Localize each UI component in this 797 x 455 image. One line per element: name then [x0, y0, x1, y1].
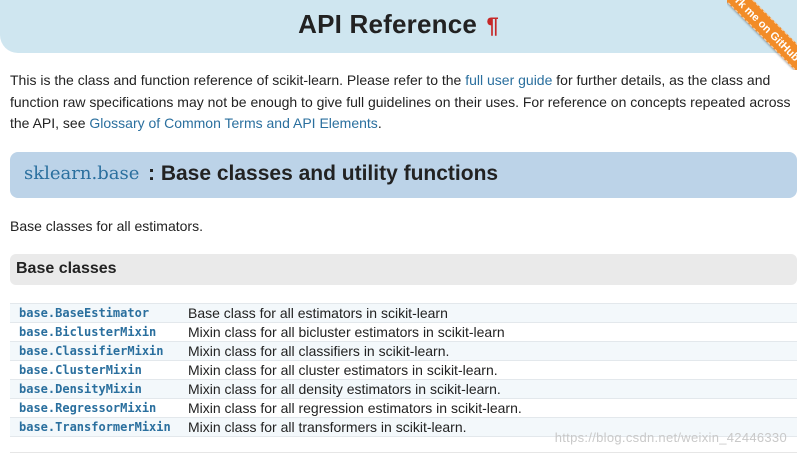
- intro-text-1: This is the class and function reference…: [10, 72, 466, 88]
- table-row: base.ClusterMixin Mixin class for all cl…: [10, 360, 797, 380]
- section-title: Base classes: [16, 260, 117, 277]
- module-description: Base classes for all estimators.: [10, 218, 203, 234]
- intro-paragraph: This is the class and function reference…: [10, 70, 795, 135]
- class-description: Mixin class for all cluster estimators i…: [188, 360, 797, 380]
- full-user-guide-link[interactable]: full user guide: [465, 72, 552, 88]
- module-title: : Base classes and utility functions: [148, 162, 499, 185]
- class-description: Mixin class for all classifiers in sciki…: [188, 341, 797, 361]
- class-link[interactable]: base.TransformerMixin: [19, 420, 171, 434]
- intro-text-3: .: [377, 115, 382, 131]
- github-ribbon[interactable]: Fork me on GitHub: [727, 0, 797, 70]
- section-header-base-classes: Base classes: [10, 254, 797, 285]
- module-header: sklearn.base : Base classes and utility …: [10, 152, 797, 198]
- class-link[interactable]: base.ClassifierMixin: [19, 344, 164, 358]
- class-description: Mixin class for all regression estimator…: [188, 398, 797, 418]
- class-description: Mixin class for all bicluster estimators…: [188, 322, 797, 342]
- page-title-text: API Reference: [298, 9, 478, 39]
- class-link[interactable]: base.BiclusterMixin: [19, 325, 156, 339]
- title-anchor-link[interactable]: ¶: [486, 13, 498, 38]
- class-description: Base class for all estimators in scikit-…: [188, 303, 797, 323]
- class-link[interactable]: base.DensityMixin: [19, 382, 142, 396]
- watermark: https://blog.csdn.net/weixin_42446330: [554, 430, 787, 445]
- github-ribbon-label[interactable]: Fork me on GitHub: [727, 0, 797, 70]
- class-link[interactable]: base.ClusterMixin: [19, 363, 142, 377]
- page-title: API Reference ¶: [0, 9, 797, 40]
- table-row: base.RegressorMixin Mixin class for all …: [10, 398, 797, 418]
- classes-table: base.BaseEstimator Base class for all es…: [10, 303, 797, 437]
- class-link[interactable]: base.RegressorMixin: [19, 401, 156, 415]
- table-row: base.BiclusterMixin Mixin class for all …: [10, 322, 797, 342]
- table-row: base.BaseEstimator Base class for all es…: [10, 303, 797, 323]
- divider: [10, 452, 797, 453]
- table-row: base.DensityMixin Mixin class for all de…: [10, 379, 797, 399]
- class-description: Mixin class for all density estimators i…: [188, 379, 797, 399]
- table-row: base.ClassifierMixin Mixin class for all…: [10, 341, 797, 361]
- class-link[interactable]: base.BaseEstimator: [19, 306, 149, 320]
- module-code-link[interactable]: sklearn.base: [24, 163, 139, 184]
- glossary-link[interactable]: Glossary of Common Terms and API Element…: [89, 115, 377, 131]
